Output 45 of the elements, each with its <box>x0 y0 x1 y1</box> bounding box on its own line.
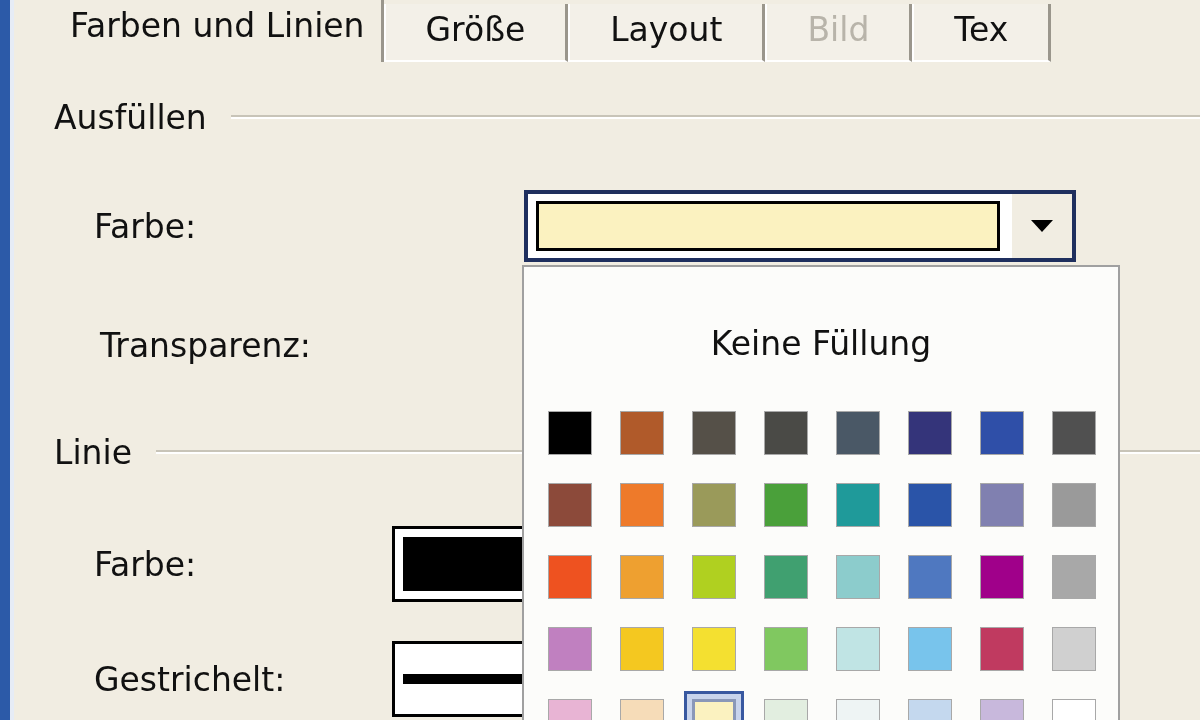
section-title: Ausfüllen <box>54 97 207 137</box>
color-swatch[interactable] <box>980 483 1024 527</box>
field-label: Transparenz: <box>100 325 312 365</box>
tab[interactable]: Layout <box>568 4 766 62</box>
color-swatch[interactable] <box>548 411 592 455</box>
color-swatch[interactable] <box>620 483 664 527</box>
color-swatch[interactable] <box>692 483 736 527</box>
color-swatch[interactable] <box>692 555 736 599</box>
color-swatch[interactable] <box>1052 627 1096 671</box>
color-swatch[interactable] <box>764 411 808 455</box>
color-swatch[interactable] <box>1052 483 1096 527</box>
color-swatch[interactable] <box>980 627 1024 671</box>
color-swatch[interactable] <box>1052 555 1096 599</box>
color-swatch[interactable] <box>908 555 952 599</box>
color-swatch[interactable] <box>764 627 808 671</box>
color-swatch[interactable] <box>908 411 952 455</box>
color-swatch[interactable] <box>620 411 664 455</box>
color-swatch[interactable] <box>620 555 664 599</box>
color-swatch[interactable] <box>980 555 1024 599</box>
color-swatch[interactable] <box>1052 411 1096 455</box>
caret-icon <box>1031 220 1053 232</box>
no-fill-option[interactable]: Keine Füllung <box>524 319 1118 369</box>
field-label: Gestrichelt: <box>94 659 287 699</box>
field-label: Farbe: <box>94 206 198 246</box>
tab[interactable]: Größe <box>383 4 569 62</box>
section-title: Linie <box>54 432 132 472</box>
color-swatch[interactable] <box>980 411 1024 455</box>
color-swatch[interactable] <box>764 483 808 527</box>
color-swatch[interactable] <box>692 411 736 455</box>
color-swatch[interactable] <box>836 411 880 455</box>
dropdown-button[interactable] <box>1012 194 1072 258</box>
fill-color-dropdown[interactable] <box>524 190 1076 262</box>
color-swatch[interactable] <box>764 555 808 599</box>
color-swatch[interactable] <box>836 627 880 671</box>
color-swatch[interactable] <box>692 627 736 671</box>
field-label: Farbe: <box>94 544 198 584</box>
color-swatch[interactable] <box>548 483 592 527</box>
color-swatch[interactable] <box>836 555 880 599</box>
color-swatch[interactable] <box>908 483 952 527</box>
color-swatch[interactable] <box>548 627 592 671</box>
tab[interactable]: Tex <box>912 4 1052 62</box>
color-swatch[interactable] <box>836 483 880 527</box>
color-swatch[interactable] <box>620 627 664 671</box>
color-swatch[interactable] <box>908 627 952 671</box>
color-swatch[interactable] <box>548 555 592 599</box>
